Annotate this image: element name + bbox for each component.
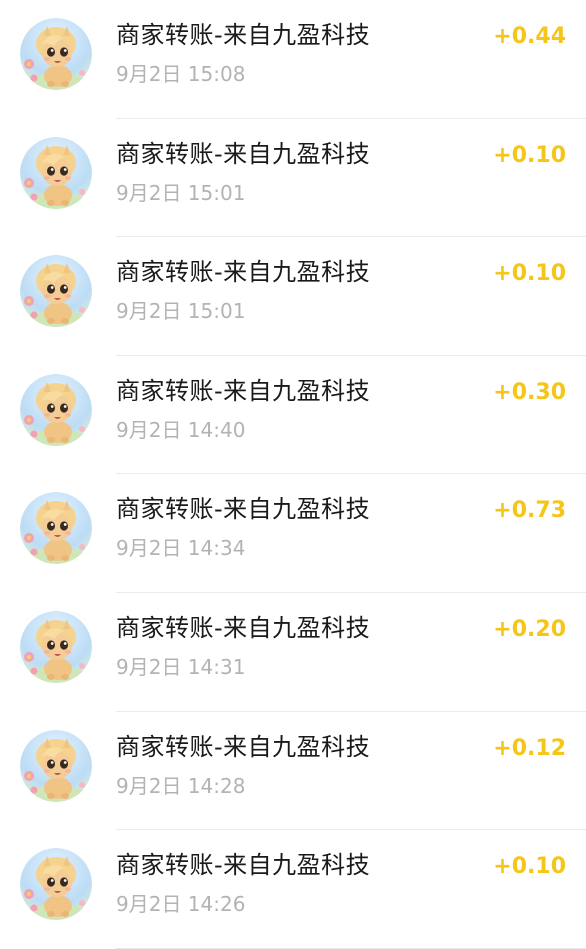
transaction-time: 9月2日 15:01: [116, 299, 246, 324]
transaction-time: 9月2日 15:08: [116, 62, 246, 86]
transaction-amount: +0.10: [493, 261, 566, 287]
transaction-title: 商家转账-来自九盈科技: [116, 495, 371, 524]
transaction-row[interactable]: 商家转账-来自九盈科技 9月2日 14:26 +0.10: [0, 830, 586, 949]
transaction-amount: +0.44: [493, 24, 566, 49]
transaction-time: 9月2日 15:01: [116, 180, 246, 205]
transaction-amount: +0.30: [493, 379, 566, 405]
transaction-title: 商家转账-来自九盈科技: [116, 376, 371, 405]
transaction-row[interactable]: 商家转账-来自九盈科技 9月2日 14:40 +0.30: [0, 356, 586, 475]
transaction-row[interactable]: 商家转账-来自九盈科技 9月2日 15:01 +0.10: [0, 119, 586, 238]
transaction-time: 9月2日 14:34: [116, 536, 246, 561]
transaction-title: 商家转账-来自九盈科技: [116, 139, 371, 168]
transaction-row[interactable]: 商家转账-来自九盈科技 9月2日 15:08 +0.44: [0, 0, 586, 119]
pony-avatar-icon: [20, 492, 92, 565]
transaction-row[interactable]: 商家转账-来自九盈科技 9月2日 14:31 +0.20: [0, 593, 586, 712]
transaction-amount: +0.12: [493, 735, 566, 761]
transaction-title: 商家转账-来自九盈科技: [116, 21, 371, 49]
transaction-amount: +0.73: [493, 498, 566, 524]
transaction-title: 商家转账-来自九盈科技: [116, 732, 371, 761]
transaction-row[interactable]: 商家转账-来自九盈科技 9月2日 14:34 +0.73: [0, 474, 586, 593]
pony-avatar-icon: [20, 848, 92, 921]
pony-avatar-icon: [20, 255, 92, 328]
transaction-title: 商家转账-来自九盈科技: [116, 258, 371, 287]
pony-avatar-icon: [20, 373, 92, 446]
transaction-amount: +0.10: [493, 854, 566, 880]
transaction-time: 9月2日 14:28: [116, 773, 246, 798]
transaction-title: 商家转账-来自九盈科技: [116, 613, 371, 642]
transaction-row[interactable]: 商家转账-来自九盈科技 9月2日 14:28 +0.12: [0, 712, 586, 831]
pony-avatar-icon: [20, 136, 92, 209]
transaction-time: 9月2日 14:31: [116, 654, 246, 679]
transaction-list: 商家转账-来自九盈科技 9月2日 15:08 +0.44 商家转账-来自九盈科技…: [0, 0, 586, 949]
transaction-amount: +0.10: [493, 142, 566, 168]
transaction-time: 9月2日 14:26: [116, 892, 246, 917]
transaction-amount: +0.20: [493, 616, 566, 642]
transaction-time: 9月2日 14:40: [116, 417, 246, 442]
pony-avatar-icon: [20, 729, 92, 802]
pony-avatar-icon: [20, 610, 92, 683]
transaction-row[interactable]: 商家转账-来自九盈科技 9月2日 15:01 +0.10: [0, 237, 586, 356]
transaction-title: 商家转账-来自九盈科技: [116, 851, 371, 880]
pony-avatar-icon: [20, 18, 92, 90]
